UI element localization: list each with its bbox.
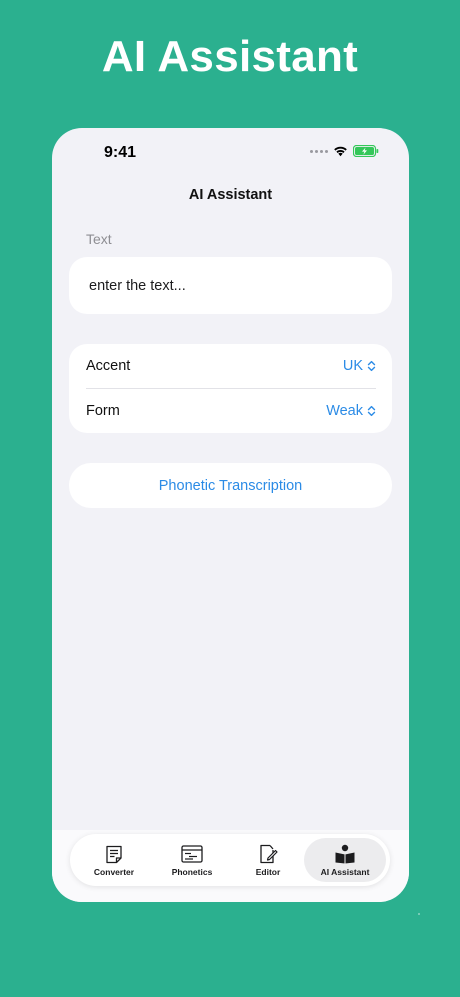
text-input[interactable] xyxy=(89,257,379,314)
status-icons xyxy=(310,145,379,157)
form-value[interactable]: Weak xyxy=(326,403,376,419)
accent-picker[interactable]: Accent UK xyxy=(69,344,392,388)
edit-icon xyxy=(258,844,278,864)
accent-value-text: UK xyxy=(342,358,363,374)
text-input-card xyxy=(69,257,392,314)
chevron-updown-icon xyxy=(367,405,376,417)
options-card: Accent UK Form Weak xyxy=(69,344,392,433)
promo-title: AI Assistant xyxy=(101,32,359,81)
battery-charging-icon xyxy=(353,145,379,157)
signal-dots-icon xyxy=(310,149,328,153)
decorative-dot xyxy=(418,913,420,915)
form-value-text: Weak xyxy=(326,403,363,419)
accent-label: Accent xyxy=(86,358,131,374)
tab-ai-assistant[interactable]: AI Assistant xyxy=(304,838,386,882)
chevron-updown-icon xyxy=(367,360,376,372)
reader-book-icon xyxy=(334,844,356,864)
form-picker[interactable]: Form Weak xyxy=(69,389,392,433)
tab-editor[interactable]: Editor xyxy=(228,838,308,882)
tab-label: Phonetics xyxy=(171,867,213,877)
document-icon xyxy=(105,844,123,864)
phonetic-transcription-button[interactable]: Phonetic Transcription xyxy=(69,463,392,508)
text-section-label: Text xyxy=(86,231,112,247)
tab-label: Converter xyxy=(93,867,135,877)
accent-value[interactable]: UK xyxy=(343,358,376,374)
tab-converter[interactable]: Converter xyxy=(74,838,154,882)
phonetics-icon xyxy=(181,844,203,864)
status-bar: 9:41 xyxy=(52,128,409,178)
tab-bar: Converter Phonetics Editor AI Assistant xyxy=(70,834,390,886)
phone-screen: 9:41 AI Assistant Text Accent xyxy=(52,128,409,902)
wifi-icon xyxy=(334,146,347,157)
status-time: 9:41 xyxy=(104,144,137,161)
tab-label: Editor xyxy=(255,867,281,877)
tab-label: AI Assistant xyxy=(320,867,370,877)
nav-title: AI Assistant xyxy=(188,187,273,203)
tab-phonetics[interactable]: Phonetics xyxy=(152,838,232,882)
form-label: Form xyxy=(86,403,120,419)
tab-bar-area: Converter Phonetics Editor AI Assistant xyxy=(52,830,409,902)
